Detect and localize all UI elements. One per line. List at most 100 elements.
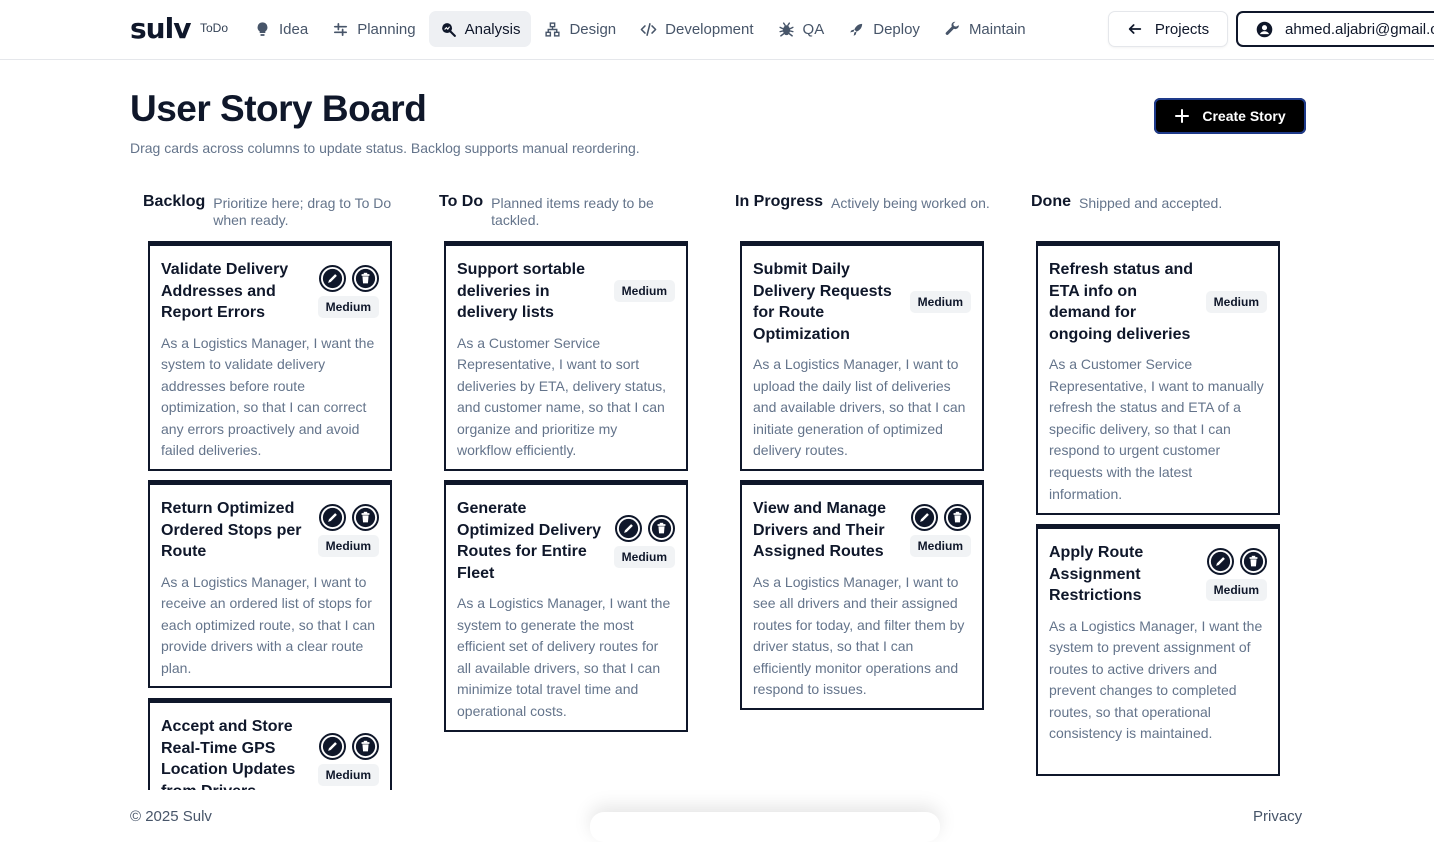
nav-item-label: Deploy (873, 20, 920, 38)
top-navbar: sulv ToDo Idea Planning Analysis Design … (0, 0, 1434, 60)
card-title: View and Manage Drivers and Their Assign… (753, 500, 887, 560)
bottom-floating-bar (590, 812, 940, 842)
column-todo: To Do Planned items ready to be tackled. (426, 192, 696, 240)
edit-button[interactable] (615, 514, 642, 542)
card-title: Generate Optimized Delivery Routes for E… (457, 500, 602, 582)
priority-badge: Medium (1205, 578, 1267, 601)
column-header: In Progress Actively being worked on. (722, 192, 992, 240)
search-analysis-icon (441, 22, 456, 37)
story-card[interactable]: Support sortable deliveries in delivery … (444, 241, 688, 471)
delete-button[interactable] (352, 503, 379, 531)
card-description: As a Logistics Manager, I want the syste… (457, 595, 671, 719)
delete-button[interactable] (352, 264, 379, 292)
column-description: Actively being worked on. (831, 195, 990, 211)
card-description: As a Customer Service Representative, I … (457, 334, 667, 459)
card-description: As a Logistics Manager, I want the syste… (161, 334, 375, 459)
nav-item-idea[interactable]: Idea (243, 11, 319, 47)
edit-button[interactable] (319, 503, 346, 531)
card-title: Accept and Store Real-Time GPS Location … (161, 718, 296, 790)
phase-nav: Idea Planning Analysis Design Developmen… (243, 11, 1037, 47)
story-card[interactable]: Submit Daily Delivery Requests for Route… (740, 241, 984, 471)
edit-button[interactable] (319, 264, 346, 292)
footer-copyright: © 2025 Sulv (130, 808, 212, 825)
pencil-icon (322, 507, 343, 527)
pencil-icon (1210, 551, 1231, 571)
column-title: Done (1031, 193, 1071, 210)
column-backlog: Backlog Prioritize here; drag to To Do w… (130, 192, 400, 240)
column-header: Done Shipped and accepted. (1018, 192, 1288, 240)
priority-badge: Medium (317, 763, 379, 786)
trash-icon (355, 736, 376, 756)
story-card[interactable]: Validate Delivery Addresses and Report E… (148, 241, 392, 471)
delete-button[interactable] (1240, 547, 1267, 575)
user-account-button[interactable]: ahmed.aljabri@gmail.com (1236, 11, 1434, 47)
edit-button[interactable] (911, 503, 938, 531)
code-icon (640, 22, 657, 36)
nav-item-deploy[interactable]: Deploy (837, 11, 931, 47)
column-title: To Do (439, 193, 484, 210)
delete-button[interactable] (352, 732, 379, 760)
create-story-button[interactable]: Create Story (1154, 98, 1306, 134)
lightbulb-icon (257, 21, 268, 36)
pencil-icon (322, 268, 343, 288)
plus-icon (1175, 109, 1190, 123)
card-description: As a Logistics Manager, I want to upload… (753, 356, 966, 459)
rocket-icon (850, 23, 863, 36)
column-title: Backlog (143, 193, 206, 210)
priority-badge: Medium (317, 295, 379, 318)
story-board: Backlog Prioritize here; drag to To Do w… (130, 192, 1310, 790)
pencil-icon (914, 507, 935, 527)
bug-icon (778, 21, 794, 37)
column-done: Done Shipped and accepted. (1018, 192, 1288, 240)
card-description: As a Logistics Manager, I want the syste… (1049, 617, 1263, 742)
trash-icon (947, 507, 968, 527)
edit-button[interactable] (1207, 547, 1234, 575)
edit-button[interactable] (319, 732, 346, 760)
nav-item-development[interactable]: Development (629, 11, 764, 47)
card-title: Submit Daily Delivery Requests for Route… (753, 261, 892, 343)
wrench-icon (945, 21, 959, 35)
story-card[interactable]: Generate Optimized Delivery Routes for E… (444, 480, 688, 732)
card-description: As a Customer Service Representative, I … (1049, 356, 1264, 502)
column-description: Planned items ready to be tackled. (491, 195, 654, 228)
create-story-label: Create Story (1202, 108, 1286, 124)
priority-badge: Medium (909, 534, 971, 557)
story-card[interactable]: Apply Route Assignment Restrictions Medi… (1036, 524, 1280, 776)
nav-item-design[interactable]: Design (533, 11, 627, 47)
pencil-icon (618, 518, 639, 538)
priority-badge: Medium (1205, 291, 1267, 313)
nav-todo-link[interactable]: ToDo (200, 21, 228, 35)
nav-item-label: Analysis (464, 20, 521, 38)
trash-icon (355, 507, 376, 527)
nav-item-label: Development (665, 20, 754, 38)
delete-button[interactable] (944, 503, 971, 531)
priority-badge: Medium (317, 534, 379, 557)
sulv-logo[interactable]: sulv (130, 12, 191, 45)
story-card[interactable]: Accept and Store Real-Time GPS Location … (148, 698, 392, 790)
projects-button[interactable]: Projects (1108, 11, 1228, 47)
story-card[interactable]: Return Optimized Ordered Stops per Route… (148, 480, 392, 688)
nav-item-planning[interactable]: Planning (321, 11, 426, 47)
network-icon (545, 21, 561, 37)
trash-icon (355, 268, 376, 288)
pencil-icon (322, 736, 343, 756)
footer-privacy-link[interactable]: Privacy (1253, 808, 1302, 825)
story-card[interactable]: View and Manage Drivers and Their Assign… (740, 480, 984, 710)
page-subtitle: Drag cards across columns to update stat… (130, 140, 640, 156)
card-title: Apply Route Assignment Restrictions (1049, 544, 1144, 604)
column-in-progress: In Progress Actively being worked on. (722, 192, 992, 240)
story-card[interactable]: Refresh status and ETA info on demand fo… (1036, 241, 1280, 515)
nav-item-qa[interactable]: QA (767, 11, 836, 47)
page-title: User Story Board (130, 88, 427, 129)
priority-badge: Medium (613, 280, 675, 303)
nav-item-label: Planning (357, 20, 416, 38)
nav-item-label: QA (802, 20, 825, 38)
sliders-icon (334, 22, 348, 36)
nav-item-maintain[interactable]: Maintain (933, 11, 1037, 47)
user-circle-icon (1256, 21, 1273, 37)
nav-item-analysis[interactable]: Analysis (428, 11, 532, 47)
trash-icon (1243, 551, 1264, 571)
column-header: To Do Planned items ready to be tackled. (426, 192, 696, 240)
nav-item-label: Design (569, 20, 617, 38)
delete-button[interactable] (648, 514, 675, 542)
